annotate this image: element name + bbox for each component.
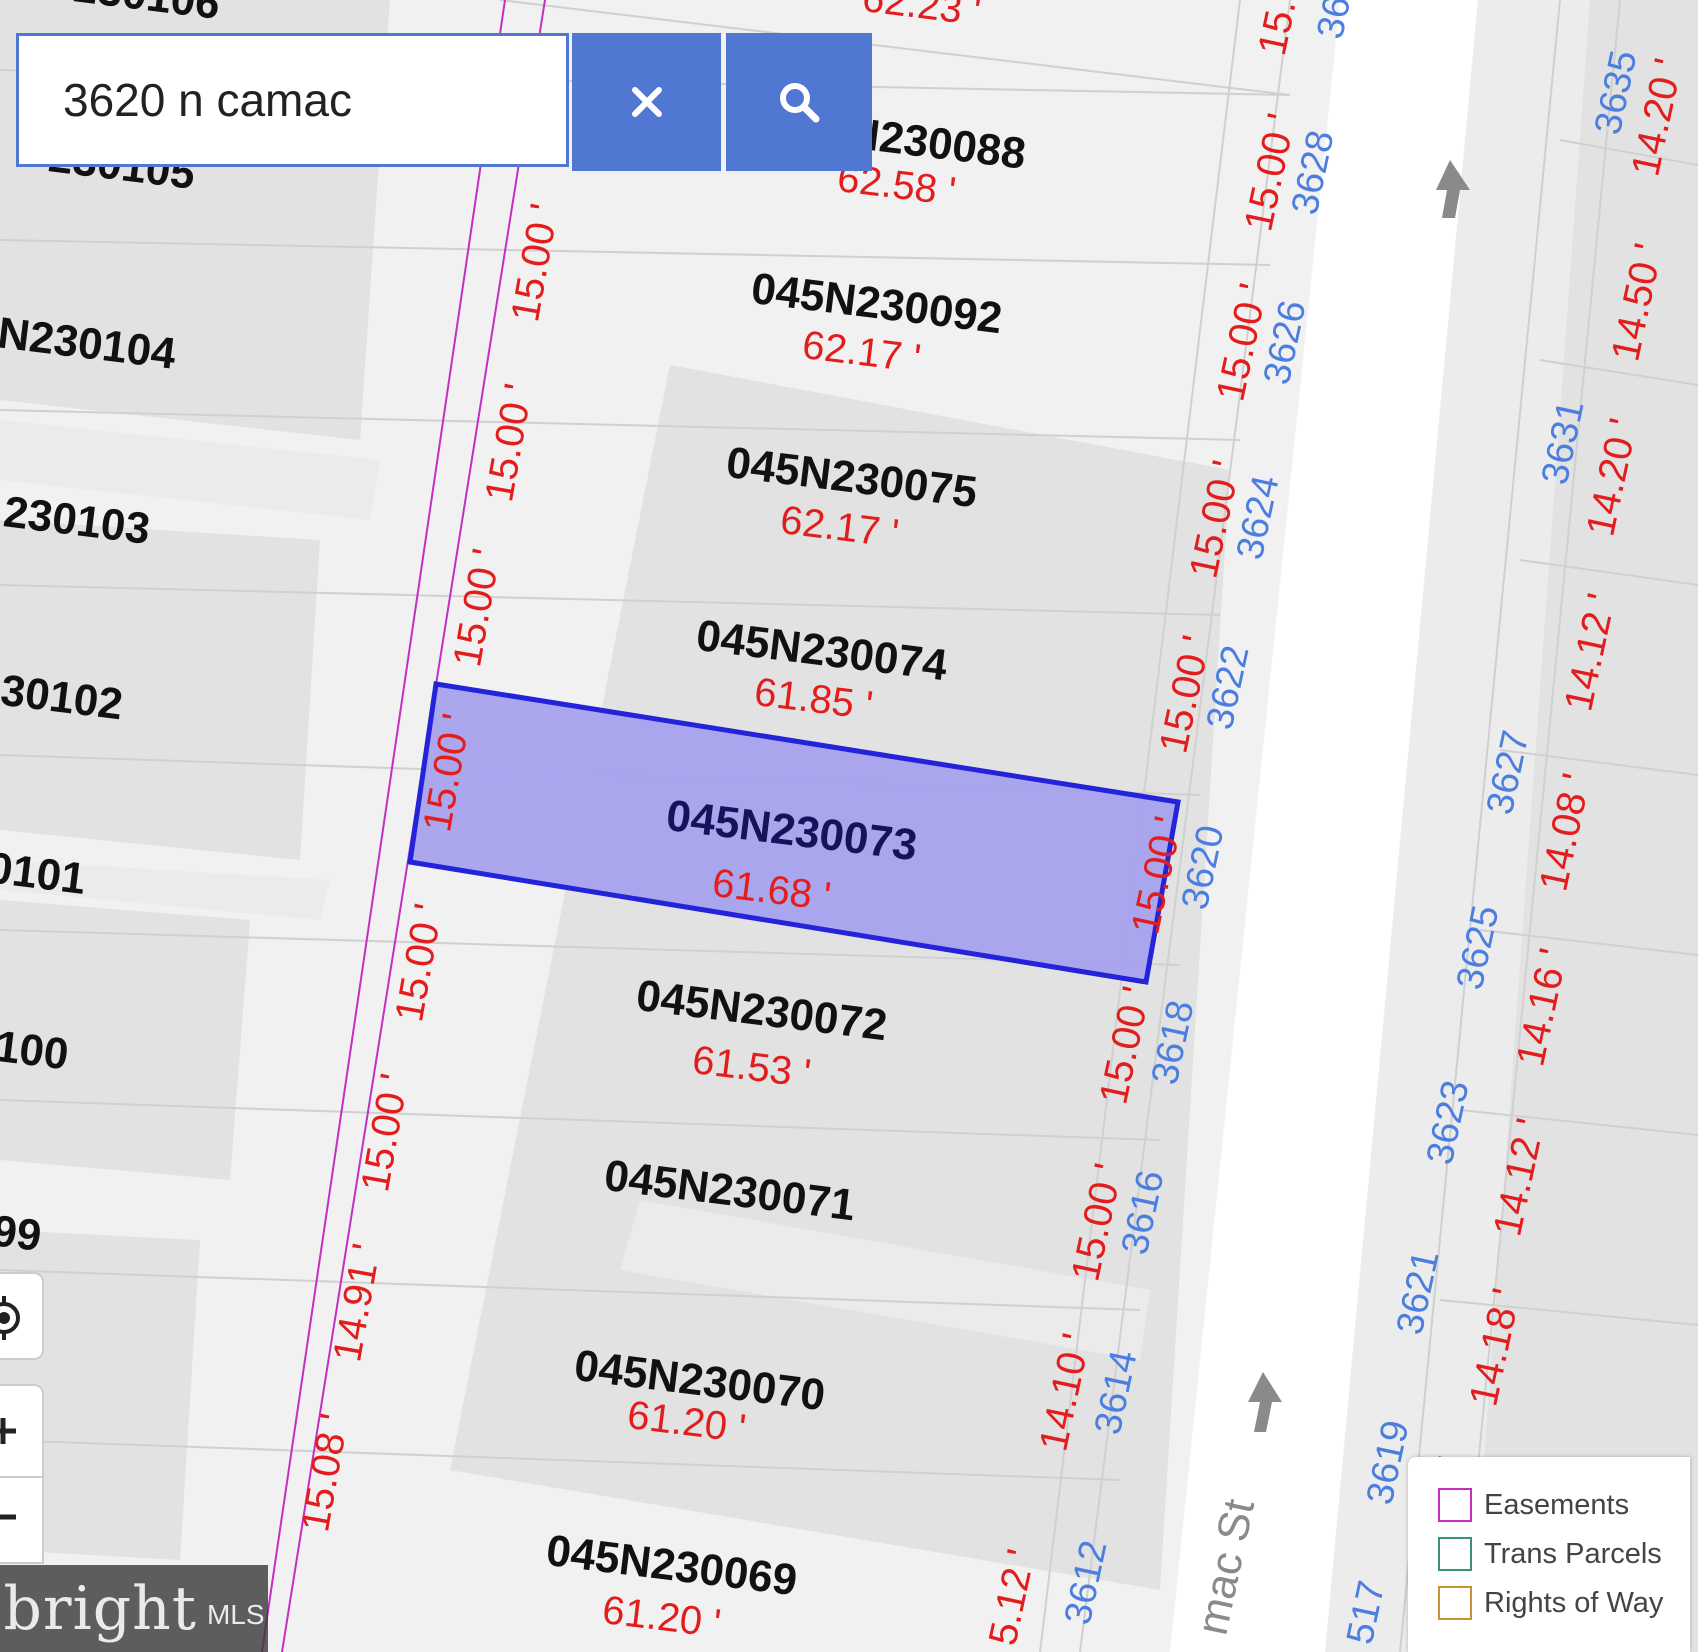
search-button[interactable] bbox=[726, 33, 872, 171]
legend-item-trans-parcels: Trans Parcels bbox=[1438, 1536, 1662, 1572]
brightmls-watermark: bright MLS bbox=[0, 1565, 268, 1652]
search-box bbox=[16, 33, 569, 167]
watermark-suffix: MLS bbox=[206, 1598, 265, 1630]
legend-swatch-easements bbox=[1438, 1488, 1472, 1522]
legend-label: Easements bbox=[1484, 1488, 1630, 1521]
parcel-id-label: 100 bbox=[0, 1022, 71, 1080]
minus-icon bbox=[0, 1514, 16, 1520]
legend-item-rights-of-way: Rights of Way bbox=[1438, 1585, 1663, 1621]
legend-swatch-rights-of-way bbox=[1438, 1586, 1472, 1620]
clear-search-button[interactable] bbox=[572, 33, 721, 171]
zoom-in-button[interactable] bbox=[0, 1386, 44, 1476]
plus-icon bbox=[0, 1418, 16, 1444]
close-icon bbox=[631, 87, 662, 117]
locate-button[interactable] bbox=[0, 1272, 44, 1360]
legend-label: Trans Parcels bbox=[1484, 1537, 1662, 1570]
legend-item-easements: Easements bbox=[1438, 1487, 1629, 1523]
zoom-out-button[interactable] bbox=[0, 1478, 44, 1566]
search-icon bbox=[780, 83, 820, 123]
address-number-label: 36 bbox=[1309, 0, 1359, 43]
map-canvas: N23008862.58 '045N23009262.17 '045N23007… bbox=[0, 0, 1698, 1652]
watermark-brand: bright bbox=[3, 1573, 197, 1644]
zoom-control bbox=[0, 1384, 44, 1564]
legend-swatch-trans-parcels bbox=[1438, 1537, 1472, 1571]
parcel-map[interactable]: N230088 62.58 ' 045N230092 62.17 ' 045N23007… bbox=[0, 0, 1698, 1652]
parcel-id-label: 99 bbox=[0, 1206, 44, 1261]
map-legend: Easements Trans Parcels Rights of Way bbox=[1408, 1457, 1690, 1652]
locate-icon bbox=[0, 1296, 20, 1340]
legend-label: Rights of Way bbox=[1484, 1586, 1664, 1619]
search-input[interactable] bbox=[19, 36, 566, 164]
